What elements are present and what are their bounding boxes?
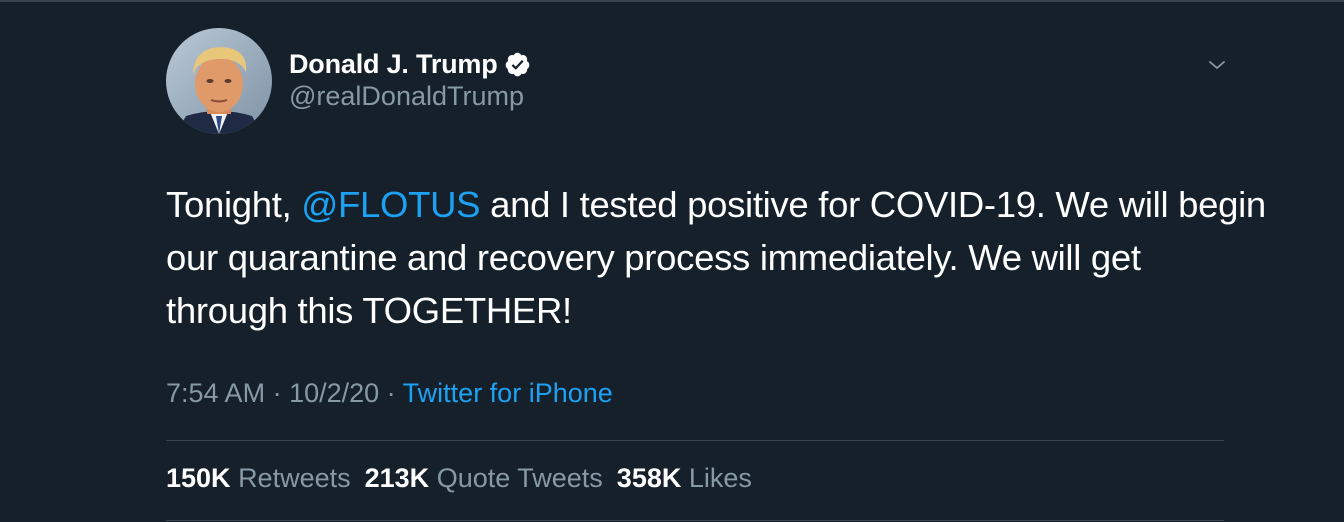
tweet-text-part: Tonight, bbox=[166, 184, 302, 225]
profile-photo-icon bbox=[166, 28, 272, 134]
quote-tweets-count: 213K bbox=[364, 463, 430, 493]
verified-badge-icon bbox=[504, 51, 531, 78]
divider bbox=[166, 440, 1224, 441]
tweet-source-link[interactable]: Twitter for iPhone bbox=[403, 378, 613, 408]
tweet-stats: 150K Retweets 213K Quote Tweets 358K Lik… bbox=[166, 463, 766, 494]
likes-label: Likes bbox=[688, 463, 752, 493]
divider bbox=[166, 520, 1224, 521]
retweets-label: Retweets bbox=[238, 463, 351, 493]
mention-link[interactable]: @FLOTUS bbox=[301, 184, 480, 225]
quote-tweets-stat[interactable]: 213K Quote Tweets bbox=[365, 463, 603, 494]
tweet-text: Tonight, @FLOTUS and I tested positive f… bbox=[166, 178, 1266, 337]
likes-stat[interactable]: 358K Likes bbox=[617, 463, 752, 494]
tweet-date[interactable]: 10/2/20 bbox=[289, 378, 379, 408]
quote-tweets-label: Quote Tweets bbox=[436, 463, 603, 493]
retweets-count: 150K bbox=[166, 463, 231, 493]
author-handle[interactable]: @realDonaldTrump bbox=[289, 81, 524, 112]
author-display-name[interactable]: Donald J. Trump bbox=[289, 49, 498, 80]
author-name-row[interactable]: Donald J. Trump bbox=[289, 44, 531, 84]
avatar[interactable] bbox=[166, 28, 272, 134]
meta-separator: · bbox=[265, 378, 290, 408]
likes-count: 358K bbox=[616, 463, 682, 493]
chevron-down-icon[interactable] bbox=[1205, 53, 1229, 77]
retweets-stat[interactable]: 150K Retweets bbox=[166, 463, 351, 494]
tweet-time[interactable]: 7:54 AM bbox=[166, 378, 265, 408]
meta-separator: · bbox=[379, 378, 403, 408]
tweet-meta: 7:54 AM · 10/2/20 · Twitter for iPhone bbox=[166, 378, 613, 409]
tweet-card: Donald J. Trump @realDonaldTrump Tonight… bbox=[0, 0, 1344, 522]
